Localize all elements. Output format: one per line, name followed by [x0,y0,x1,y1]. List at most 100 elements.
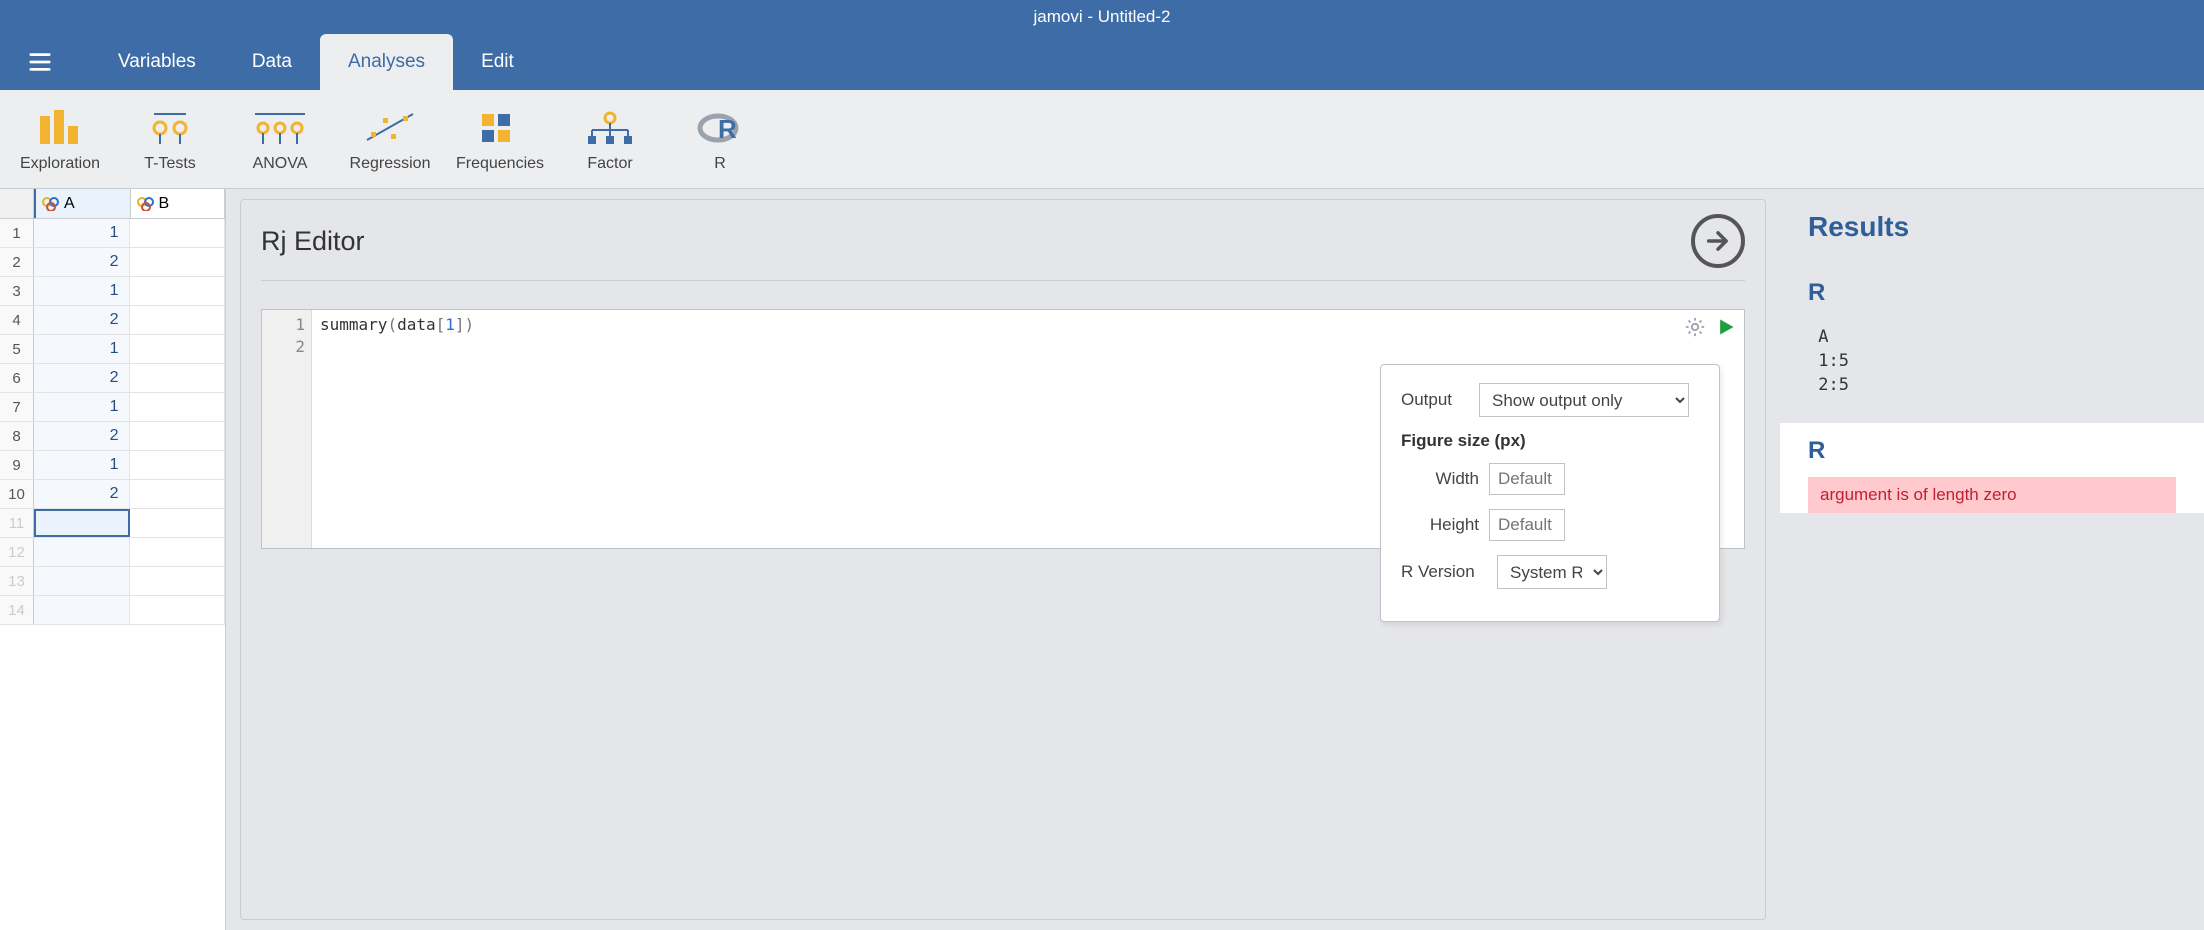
ribbon-factor-label: Factor [587,155,632,173]
row-number[interactable]: 1 [0,219,34,247]
tabs-bar: Variables Data Analyses Edit [0,34,2204,90]
sheet-header: A B [0,189,225,219]
frequencies-icon [476,105,524,151]
cell-a[interactable]: 2 [34,422,130,450]
cell-b[interactable] [130,451,226,479]
code-gutter: 1 2 [262,310,312,548]
cell-a[interactable] [34,567,130,595]
main-area: A B 11223142516271829110211121314 Rj Edi… [0,189,2204,930]
run-arrow-button[interactable] [1691,214,1745,268]
cell-a[interactable] [34,538,130,566]
ribbon-anova[interactable]: ANOVA [230,95,330,183]
gear-icon[interactable] [1684,316,1706,343]
width-input[interactable] [1489,463,1565,495]
play-icon[interactable] [1716,317,1736,342]
code-editor[interactable]: 1 2 summary(data[1]) Output [261,309,1745,549]
cell-b[interactable] [130,277,226,305]
ribbon-ttests-label: T-Tests [144,155,196,173]
column-header-a[interactable]: A [34,189,131,218]
column-a-label: A [64,195,75,213]
row-number[interactable]: 12 [0,538,34,566]
svg-text:R: R [718,114,737,144]
ribbon-regression-label: Regression [350,155,431,173]
row-number[interactable]: 14 [0,596,34,624]
cell-b[interactable] [130,509,226,537]
window-title: jamovi - Untitled-2 [1034,7,1171,27]
cell-b[interactable] [130,538,226,566]
results-output: A 1:5 2:5 [1808,325,2176,397]
cell-b[interactable] [130,364,226,392]
ribbon-frequencies[interactable]: Frequencies [450,95,550,183]
cell-a[interactable]: 1 [34,219,130,247]
row-number[interactable]: 7 [0,393,34,421]
ribbon-regression[interactable]: Regression [340,95,440,183]
ribbon-exploration[interactable]: Exploration [10,95,110,183]
height-input[interactable] [1489,509,1565,541]
arrow-right-icon [1704,227,1732,255]
table-row: 11 [0,219,225,248]
rversion-select[interactable]: System R [1497,555,1607,589]
cell-b[interactable] [130,567,226,595]
table-row: 82 [0,422,225,451]
cell-a[interactable] [34,596,130,624]
table-row: 31 [0,277,225,306]
regression-icon [361,105,419,151]
row-number[interactable]: 5 [0,335,34,363]
cell-a[interactable]: 2 [34,480,130,508]
cell-b[interactable] [130,480,226,508]
row-number[interactable]: 3 [0,277,34,305]
tab-edit[interactable]: Edit [453,34,542,90]
row-number[interactable]: 10 [0,480,34,508]
table-row: 11 [0,509,225,538]
data-sheet: A B 11223142516271829110211121314 [0,189,226,930]
ribbon-exploration-label: Exploration [20,155,100,173]
hamburger-menu-icon[interactable] [20,42,60,82]
cell-b[interactable] [130,335,226,363]
results-panel: Results R A 1:5 2:5 R argument is of len… [1780,189,2204,930]
ribbon-ttests[interactable]: T-Tests [120,95,220,183]
cell-b[interactable] [130,596,226,624]
anova-icon [251,105,309,151]
row-number[interactable]: 4 [0,306,34,334]
editor-card: Rj Editor 1 2 summary(data[1]) [240,199,1766,920]
cell-a[interactable] [34,509,130,537]
cell-b[interactable] [130,248,226,276]
table-row: 22 [0,248,225,277]
figure-size-section: Figure size (px) [1401,431,1699,451]
ribbon-anova-label: ANOVA [253,155,308,173]
row-number[interactable]: 8 [0,422,34,450]
cell-a[interactable]: 2 [34,248,130,276]
factor-icon [582,105,638,151]
code-settings-popup: Output Show output only Figure size (px)… [1380,364,1720,622]
cell-a[interactable]: 1 [34,451,130,479]
results-section-r2: R [1808,437,2176,465]
cell-b[interactable] [130,219,226,247]
cell-a[interactable]: 2 [34,306,130,334]
title-bar: jamovi - Untitled-2 [0,0,2204,34]
row-number[interactable]: 9 [0,451,34,479]
tab-data[interactable]: Data [224,34,320,90]
table-row: 13 [0,567,225,596]
cell-b[interactable] [130,422,226,450]
row-number[interactable]: 6 [0,364,34,392]
row-number[interactable]: 2 [0,248,34,276]
tab-analyses[interactable]: Analyses [320,34,453,90]
column-header-b[interactable]: B [131,189,226,218]
cell-b[interactable] [130,393,226,421]
cell-a[interactable]: 2 [34,364,130,392]
tab-variables[interactable]: Variables [90,34,224,90]
row-number[interactable]: 13 [0,567,34,595]
column-b-label: B [159,195,170,213]
row-number[interactable]: 11 [0,509,34,537]
ribbon-factor[interactable]: Factor [560,95,660,183]
cell-a[interactable]: 1 [34,277,130,305]
cell-a[interactable]: 1 [34,335,130,363]
table-row: 14 [0,596,225,625]
cell-a[interactable]: 1 [34,393,130,421]
line-number: 2 [262,336,305,358]
ribbon-r[interactable]: R R [670,95,770,183]
cell-b[interactable] [130,306,226,334]
sheet-body[interactable]: 11223142516271829110211121314 [0,219,225,930]
output-select[interactable]: Show output only [1479,383,1689,417]
results-section-r: R [1808,279,2176,307]
